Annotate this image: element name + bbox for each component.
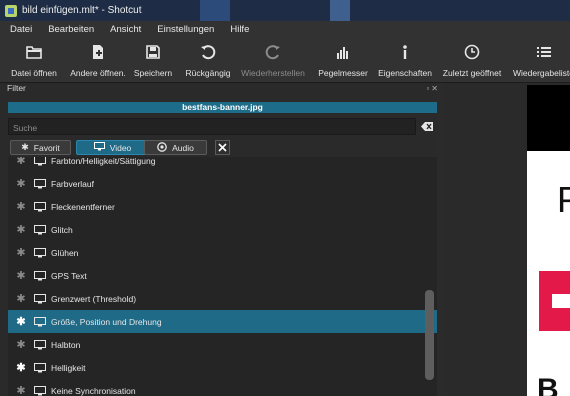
panel-splitter[interactable] <box>437 83 445 396</box>
favorite-star-icon[interactable]: ✱ <box>8 177 34 190</box>
save-icon <box>143 42 163 62</box>
favorite-star-icon[interactable]: ✱ <box>8 315 34 328</box>
menu-bar: Datei Bearbeiten Ansicht Einstellungen H… <box>0 21 570 38</box>
menu-bearbeiten[interactable]: Bearbeiten <box>38 24 100 35</box>
tab-video[interactable]: Video <box>76 140 149 155</box>
filter-item-label: Glitch <box>51 224 73 235</box>
favorite-star-icon[interactable]: ✱ <box>8 338 34 351</box>
main-toolbar: Datei öffnen Andere öffnen. Speichern Rü… <box>0 38 570 83</box>
monitor-icon <box>34 157 47 166</box>
favorite-star-icon[interactable]: ✱ <box>8 200 34 213</box>
filter-item-label: Keine Synchronisation <box>51 385 136 396</box>
filter-item-label: Halbton <box>51 339 81 350</box>
undo-button[interactable]: Rückgängig <box>183 42 233 80</box>
filter-search-input[interactable] <box>8 118 416 135</box>
shotcut-app-icon <box>5 4 17 17</box>
favorite-star-icon[interactable]: ✱ <box>8 361 34 374</box>
recent-button[interactable]: Zuletzt geöffnet <box>440 42 504 80</box>
monitor-icon <box>34 385 47 396</box>
monitor-icon <box>34 178 47 189</box>
filter-list: ✱ Farbton/Helligkeit/Sättigung ✱ Farbverlau… <box>8 157 437 396</box>
info-icon <box>395 42 415 62</box>
current-clip-name: bestfans-banner.jpg <box>8 102 437 113</box>
star-icon: ✱ <box>21 142 29 152</box>
redo-icon <box>263 42 283 62</box>
filter-item-label: Fleckenentferner <box>51 201 115 212</box>
clear-search-icon[interactable] <box>420 120 434 132</box>
favorite-star-icon[interactable]: ✱ <box>8 157 34 167</box>
favorite-star-icon[interactable]: ✱ <box>8 384 34 396</box>
speaker-icon <box>157 141 167 154</box>
filter-item-label: Größe, Position und Drehung <box>51 316 162 327</box>
monitor-icon <box>34 362 47 373</box>
open-other-button[interactable]: Andere öffnen. <box>68 42 128 80</box>
menu-ansicht[interactable]: Ansicht <box>100 24 147 35</box>
filter-dock-title: Filter ▫✕ <box>0 83 445 96</box>
filter-item-label: Grenzwert (Threshold) <box>51 293 137 304</box>
list-item[interactable]: ✱ Größe, Position und Drehung <box>8 310 437 333</box>
menu-einstellungen[interactable]: Einstellungen <box>147 24 220 35</box>
close-icon <box>218 143 227 152</box>
filter-panel-title: Filter <box>7 83 26 93</box>
monitor-icon <box>34 339 47 350</box>
window-title-bar: bild einfügen.mlt* - Shotcut <box>0 0 570 21</box>
filter-item-label: Helligkeit <box>51 362 86 373</box>
filter-list-scrollbar[interactable] <box>425 290 434 380</box>
favorite-star-icon[interactable]: ✱ <box>8 292 34 305</box>
favorite-star-icon[interactable]: ✱ <box>8 223 34 236</box>
list-icon <box>534 42 554 62</box>
filter-item-label: Farbton/Helligkeit/Sättigung <box>51 157 156 166</box>
open-file-button[interactable]: Datei öffnen <box>8 42 60 80</box>
list-item[interactable]: ✱ Keine Synchronisation <box>8 379 437 396</box>
desktop-background <box>200 0 230 21</box>
list-item[interactable]: ✱ Glitch <box>8 218 437 241</box>
close-panel-button[interactable] <box>215 140 230 155</box>
list-item[interactable]: ✱ Glühen <box>8 241 437 264</box>
monitor-icon <box>34 293 47 304</box>
filter-item-label: Farbverlauf <box>51 178 94 189</box>
folder-icon <box>24 42 44 62</box>
monitor-icon <box>34 201 47 212</box>
monitor-icon <box>34 270 47 281</box>
playlist-button[interactable]: Wiedergabeliste <box>510 42 570 80</box>
filter-item-label: GPS Text <box>51 270 87 281</box>
preview-content-glyph: P <box>557 179 570 220</box>
properties-button[interactable]: Eigenschaften <box>376 42 434 80</box>
monitor-icon <box>93 142 105 153</box>
video-preview: P B <box>527 151 570 396</box>
redo-button[interactable]: Wiederherstellen <box>240 42 306 80</box>
list-item[interactable]: ✱ Helligkeit <box>8 356 437 379</box>
clock-icon <box>462 42 482 62</box>
window-title: bild einfügen.mlt* - Shotcut <box>22 5 142 16</box>
level-meter-button[interactable]: Pegelmesser <box>318 42 368 80</box>
list-item[interactable]: ✱ Farbverlauf <box>8 172 437 195</box>
file-add-icon <box>88 42 108 62</box>
monitor-icon <box>34 316 47 327</box>
favorite-star-icon[interactable]: ✱ <box>8 269 34 282</box>
meter-bars-icon <box>333 42 353 62</box>
filter-item-label: Glühen <box>51 247 79 258</box>
favorite-star-icon[interactable]: ✱ <box>8 246 34 259</box>
menu-hilfe[interactable]: Hilfe <box>220 24 255 35</box>
menu-datei[interactable]: Datei <box>0 24 38 35</box>
list-item[interactable]: ✱ GPS Text <box>8 264 437 287</box>
list-item[interactable]: ✱ Fleckenentferner <box>8 195 437 218</box>
list-item[interactable]: ✱ Grenzwert (Threshold) <box>8 287 437 310</box>
monitor-icon <box>34 247 47 258</box>
list-item[interactable]: ✱ Halbton <box>8 333 437 356</box>
desktop-background <box>330 0 350 21</box>
preview-content-glyph: B <box>537 373 559 396</box>
undo-icon <box>198 42 218 62</box>
tab-audio[interactable]: Audio <box>144 140 207 155</box>
preview-letterbox <box>527 85 570 151</box>
tab-favorite[interactable]: ✱ Favorit <box>10 140 71 155</box>
preview-shape-notch <box>552 294 570 308</box>
save-button[interactable]: Speichern <box>133 42 173 80</box>
list-item[interactable]: ✱ Farbton/Helligkeit/Sättigung <box>8 157 437 172</box>
monitor-icon <box>34 224 47 235</box>
